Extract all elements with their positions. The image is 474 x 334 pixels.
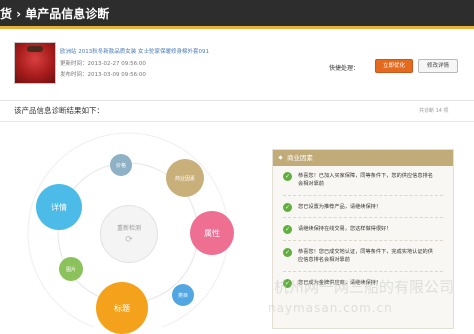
tips-heading-label: 商业因素 bbox=[287, 154, 313, 162]
divider bbox=[0, 121, 474, 122]
jacket-collar bbox=[27, 46, 43, 52]
bubble-business[interactable]: 商业因素 bbox=[166, 159, 204, 197]
check-icon: ✓ bbox=[283, 203, 292, 212]
product-name-link[interactable]: 欧洲站 2013秋冬新款品质女装 女士驼家保暖修身棉外套091 bbox=[60, 47, 209, 55]
published-time: 发布时间：2013-03-09 09:56:00 bbox=[60, 72, 146, 78]
check-icon: ✓ bbox=[283, 248, 292, 257]
divider bbox=[0, 100, 474, 101]
watermark-company: 杭州网一网三船的有限公司 bbox=[274, 278, 455, 296]
tip-text: 恭喜您！您已成交地认证，同等条件下，完成实地认证的供应信息排名会相对靠前 bbox=[298, 249, 433, 263]
bubble-attribute[interactable]: 属性 bbox=[190, 211, 234, 255]
divider bbox=[283, 217, 443, 219]
updated-time: 更新时间：2013-02-27 09:56:00 bbox=[60, 61, 146, 67]
optimize-now-button[interactable]: 立即优化 bbox=[375, 59, 413, 73]
bubble-detail[interactable]: 详情 bbox=[36, 184, 82, 230]
top-bar: 货 › 单产品信息诊断 bbox=[0, 0, 474, 29]
product-info-panel: 欧洲站 2013秋冬新款品质女装 女士驼家保暖修身棉外套091 更新时间：201… bbox=[0, 37, 474, 94]
bubble-image[interactable]: 图片 bbox=[59, 257, 83, 281]
bubble-category[interactable]: 类目 bbox=[172, 284, 194, 306]
watermark-domain: naymasan.com.cn bbox=[268, 301, 393, 315]
divider bbox=[283, 195, 443, 197]
diagnosis-count: 共诊断 14 项 bbox=[419, 108, 449, 114]
bubble-price[interactable]: 价格 bbox=[110, 154, 132, 176]
tip-text: 请继续保持在线交易，您这样做得很好！ bbox=[298, 226, 392, 232]
tip-text: 您已设置为推荐产品，请继续保持！ bbox=[298, 204, 382, 210]
divider bbox=[283, 240, 443, 242]
refresh-icon: ⟳ bbox=[125, 235, 133, 245]
recheck-label: 重新检测 bbox=[116, 225, 141, 232]
diagnosis-diagram: 重新检测 ⟳ 详情 价格 商业因素 属性 图片 类目 标题 bbox=[0, 125, 268, 334]
divider bbox=[283, 271, 443, 273]
tips-heading: 商业因素 bbox=[273, 150, 453, 166]
recheck-button[interactable]: 重新检测 ⟳ bbox=[100, 205, 158, 263]
quick-action-label: 快捷处理： bbox=[329, 65, 360, 72]
tip-text: 恭喜您！已加入买家保障，同等条件下，您的供应信息排名会相对靠前 bbox=[298, 173, 433, 187]
page-title: 货 › 单产品信息诊断 bbox=[0, 7, 110, 21]
check-icon: ✓ bbox=[283, 225, 292, 234]
edit-details-button[interactable]: 修改详情 bbox=[418, 59, 458, 73]
check-icon: ✓ bbox=[283, 172, 292, 181]
result-heading: 该产品信息诊断结果如下： bbox=[14, 106, 104, 115]
product-thumbnail[interactable] bbox=[14, 42, 56, 84]
bubble-title[interactable]: 标题 bbox=[96, 282, 148, 334]
heading-marker-icon bbox=[278, 155, 283, 160]
